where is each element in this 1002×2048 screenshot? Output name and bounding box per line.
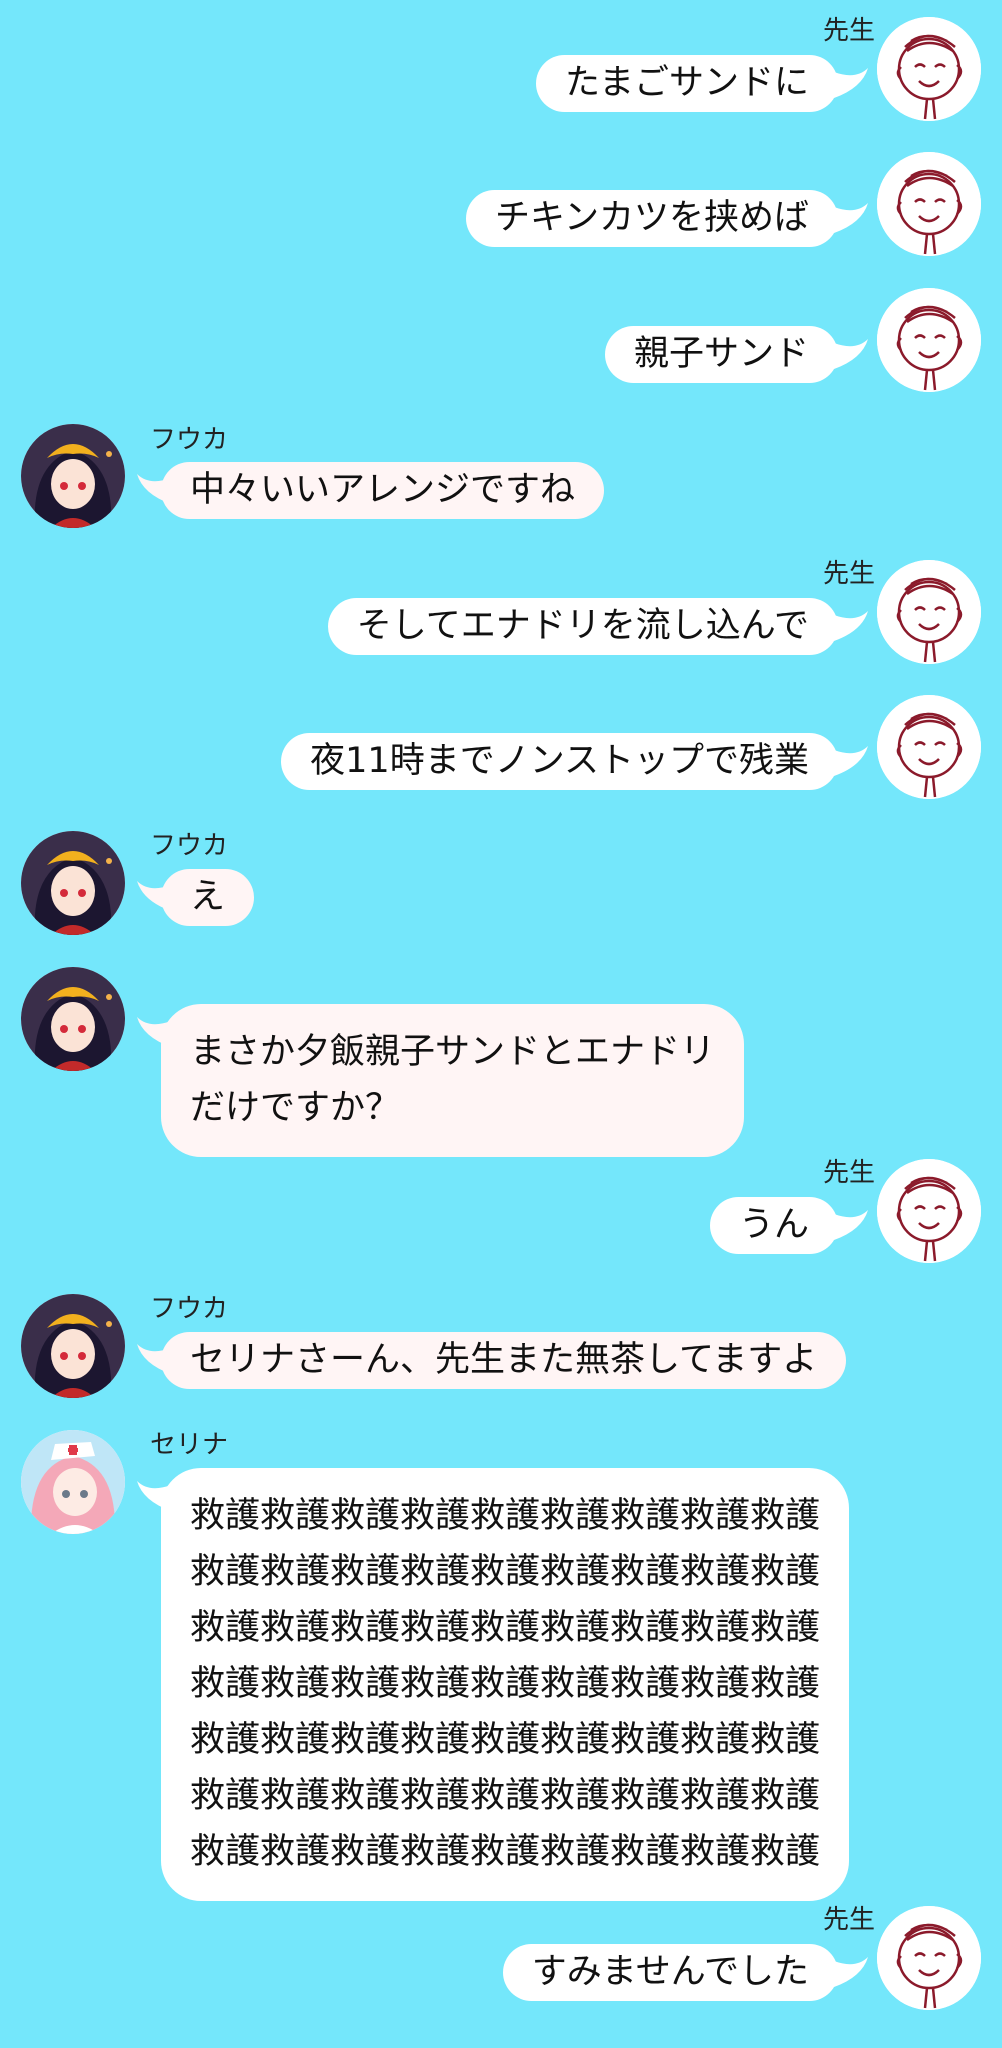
message-bubble[interactable]: セリナさーん、先生また無茶してますよ (161, 1332, 847, 1389)
bubble-tail (834, 746, 868, 776)
message-bubble[interactable]: たまごサンドに (536, 55, 838, 112)
message-text: 救護救護救護救護救護救護救護救護救護 (190, 1664, 821, 1704)
message-text: チキンカツを挟めば (495, 198, 809, 238)
sender-name: セリナ (150, 1430, 229, 1460)
message-bubble[interactable]: 夜11時までノンストップで残業 (281, 733, 838, 790)
message-bubble[interactable]: まさか夕飯親子サンドとエナドリ だけですか？ (161, 1004, 745, 1157)
message-bubble[interactable]: そしてエナドリを流し込んで (327, 598, 838, 655)
message-text: たまごサンドに (565, 63, 809, 103)
bubble-tail (834, 203, 868, 233)
fuuka-avatar-icon[interactable] (21, 967, 125, 1071)
sender-name: フウカ (150, 831, 229, 861)
message-text: 救護救護救護救護救護救護救護救護救護 (190, 1608, 821, 1648)
fuuka-avatar-icon[interactable] (21, 1294, 125, 1398)
message-bubble[interactable]: 中々いいアレンジですね (161, 462, 605, 519)
sender-name: フウカ (150, 1294, 229, 1324)
message-text: すみませんでした (531, 1952, 809, 1992)
message-text: まさか夕飯親子サンドとエナドリ (190, 1032, 716, 1072)
message-bubble[interactable]: うん (709, 1197, 838, 1254)
message-text: 救護救護救護救護救護救護救護救護救護 (190, 1552, 821, 1592)
message-text: そしてエナドリを流し込んで (356, 606, 809, 646)
message-text: 親子サンド (633, 334, 809, 374)
bubble-tail (834, 1957, 868, 1987)
message-text: 救護救護救護救護救護救護救護救護救護 (190, 1720, 821, 1760)
message-text: 夜11時までノンストップで残業 (310, 741, 809, 781)
sender-name: 先生 (822, 1905, 875, 1935)
message-bubble[interactable]: え (161, 869, 255, 926)
sensei-doodle-icon[interactable] (877, 560, 981, 664)
message-bubble[interactable]: 親子サンド (604, 326, 838, 383)
message-text: 中々いいアレンジですね (190, 470, 576, 510)
message-text: 救護救護救護救護救護救護救護救護救護 (190, 1496, 821, 1536)
fuuka-avatar-icon[interactable] (21, 424, 125, 528)
sensei-doodle-icon[interactable] (877, 152, 981, 256)
sender-name: 先生 (822, 559, 875, 589)
sender-name: 先生 (822, 16, 875, 46)
sensei-doodle-icon[interactable] (877, 288, 981, 392)
message-text: え (190, 877, 226, 917)
message-text: 救護救護救護救護救護救護救護救護救護 (190, 1832, 821, 1872)
sensei-doodle-icon[interactable] (877, 1906, 981, 2010)
sender-name: 先生 (822, 1158, 875, 1188)
message-text: セリナさーん、先生また無茶してますよ (190, 1340, 818, 1380)
message-text: うん (738, 1205, 809, 1245)
bubble-tail (834, 339, 868, 369)
serina-avatar-icon[interactable] (21, 1430, 125, 1534)
message-bubble[interactable]: すみませんでした (502, 1944, 838, 2001)
message-text: 救護救護救護救護救護救護救護救護救護 (190, 1776, 821, 1816)
fuuka-avatar-icon[interactable] (21, 831, 125, 935)
message-bubble[interactable]: 救護救護救護救護救護救護救護救護救護 救護救護救護救護救護救護救護救護救護 救護… (161, 1468, 850, 1901)
message-bubble[interactable]: チキンカツを挟めば (466, 190, 838, 247)
sensei-doodle-icon[interactable] (877, 1159, 981, 1263)
sender-name: フウカ (150, 425, 229, 455)
sensei-doodle-icon[interactable] (877, 695, 981, 799)
bubble-tail (834, 68, 868, 98)
bubble-tail (834, 611, 868, 641)
bubble-tail (834, 1210, 868, 1240)
sensei-doodle-icon[interactable] (877, 17, 981, 121)
message-text: だけですか？ (190, 1088, 401, 1128)
